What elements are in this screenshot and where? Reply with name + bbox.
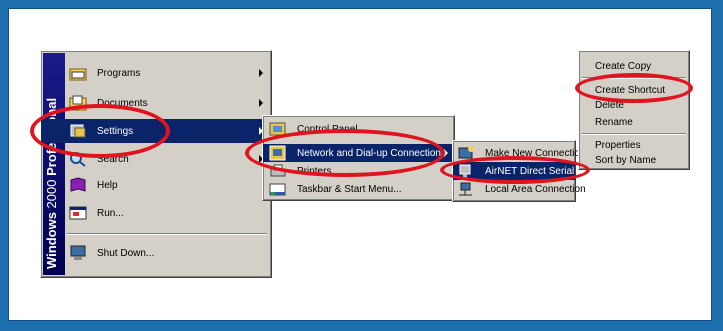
ctx-item-label: Sort by Name <box>595 154 657 166</box>
start-item-settings[interactable]: Settings <box>41 119 269 143</box>
serial-connection-icon <box>457 163 475 179</box>
documents-folder-icon <box>69 95 87 111</box>
ctx-item-label: Create Shortcut <box>595 84 666 96</box>
ctx-item-sort-by-name[interactable]: Sort by Name <box>579 151 689 169</box>
lan-icon <box>457 181 475 197</box>
start-item-label: Search <box>97 153 129 165</box>
network-item-label: Make New Connection <box>485 147 586 159</box>
start-item-label: Shut Down... <box>97 247 155 259</box>
start-item-help[interactable]: Help <box>41 173 269 197</box>
ctx-item-delete[interactable]: Delete <box>579 96 689 114</box>
programs-folder-icon <box>69 65 87 81</box>
ctx-item-rename[interactable]: Rename <box>579 113 689 131</box>
settings-item-label: Taskbar & Start Menu... <box>297 183 402 195</box>
make-connection-icon <box>457 145 475 161</box>
search-icon <box>69 151 87 167</box>
start-item-run[interactable]: Run... <box>41 201 269 225</box>
start-item-label: Settings <box>97 125 134 137</box>
network-item-airnet[interactable]: AirNET Direct Serial <box>453 162 575 180</box>
ctx-item-label: Properties <box>595 139 641 151</box>
printers-icon <box>269 163 287 179</box>
settings-submenu: Control Panel Network and Dial-up Connec… <box>262 115 455 201</box>
start-item-label: Programs <box>97 67 141 79</box>
help-icon <box>69 177 87 193</box>
start-item-shutdown[interactable]: Shut Down... <box>41 241 269 265</box>
taskbar-icon <box>269 181 287 197</box>
ctx-item-label: Delete <box>595 99 624 111</box>
menu-separator <box>67 233 267 235</box>
submenu-arrow-icon <box>259 69 263 77</box>
settings-item-printers[interactable]: Printers <box>263 162 454 180</box>
menu-separator <box>582 133 686 135</box>
settings-item-taskbar[interactable]: Taskbar & Start Menu... <box>263 180 454 198</box>
shutdown-icon <box>69 245 87 261</box>
network-submenu: Make New Connection AirNET Direct Serial… <box>452 140 586 202</box>
context-menu: Create Copy Create Shortcut Delete Renam… <box>578 50 690 170</box>
network-item-local-area[interactable]: Local Area Connection <box>453 180 586 198</box>
start-item-label: Documents <box>97 97 148 109</box>
ctx-item-label: Create Copy <box>595 60 652 72</box>
settings-item-label: Printers <box>297 165 332 177</box>
network-item-label: Local Area Connection <box>485 183 586 195</box>
start-item-search[interactable]: Search <box>41 147 269 171</box>
settings-item-control-panel[interactable]: Control Panel <box>263 120 454 138</box>
control-panel-icon <box>269 121 287 137</box>
start-item-documents[interactable]: Documents <box>41 91 269 115</box>
network-item-make-new[interactable]: Make New Connection <box>453 144 586 162</box>
start-item-programs[interactable]: Programs <box>41 61 269 85</box>
start-menu: Windows 2000 Professional Programs Docum… <box>40 50 272 278</box>
start-item-label: Help <box>97 179 118 191</box>
ctx-item-label: Rename <box>595 116 633 128</box>
start-item-label: Run... <box>97 207 124 219</box>
settings-item-label: Control Panel <box>297 123 358 135</box>
settings-icon <box>69 123 87 139</box>
submenu-arrow-icon <box>444 149 448 157</box>
submenu-arrow-icon <box>259 99 263 107</box>
settings-item-label: Network and Dial-up Connections <box>297 147 446 159</box>
network-item-label: AirNET Direct Serial <box>485 165 575 177</box>
settings-item-network[interactable]: Network and Dial-up Connections <box>263 144 454 162</box>
network-connections-icon <box>269 145 287 161</box>
ctx-item-create-copy[interactable]: Create Copy <box>579 57 689 75</box>
run-icon <box>69 205 87 221</box>
menu-separator <box>582 77 686 79</box>
